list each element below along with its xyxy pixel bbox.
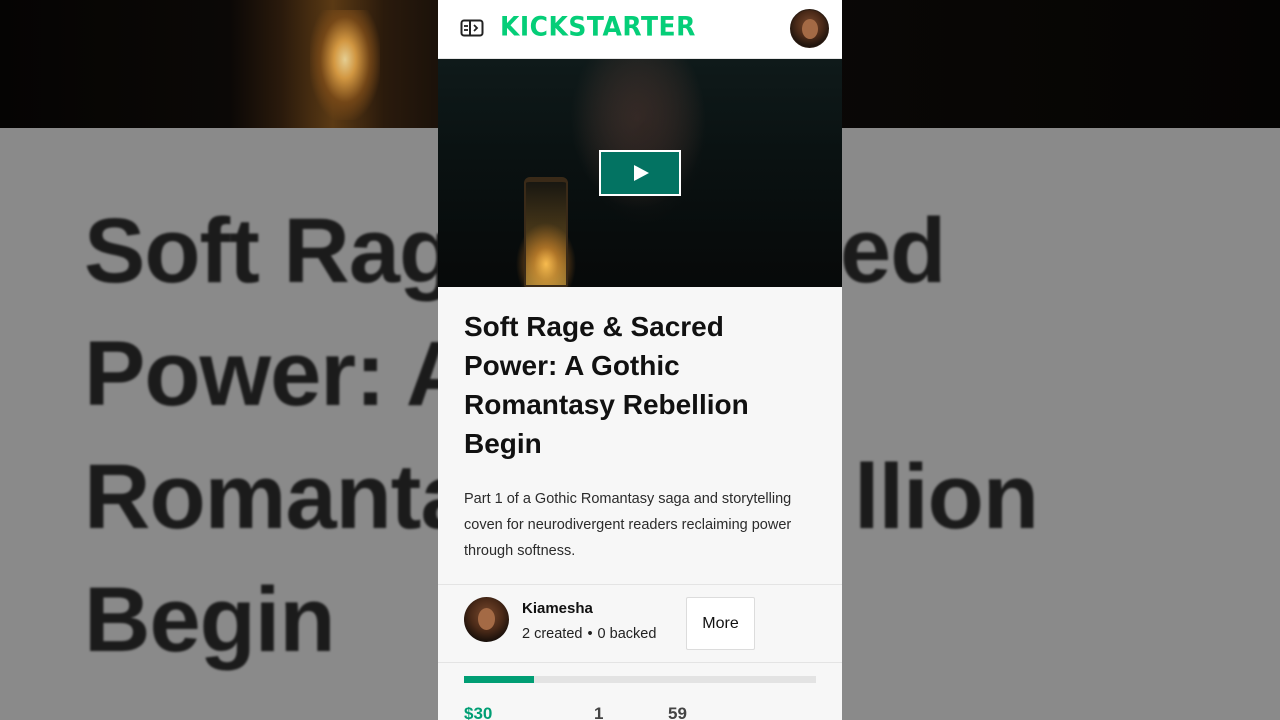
play-button[interactable]: [599, 150, 681, 196]
backers-count: 1: [594, 704, 604, 720]
created-count: 2 created: [522, 626, 583, 642]
days-to-go: 59: [668, 704, 687, 720]
funding-progress-fill: [464, 676, 535, 683]
more-button[interactable]: More: [686, 597, 755, 650]
background-title-line-1: Soft Rag: [84, 200, 455, 302]
project-blurb: Part 1 of a Gothic Romantasy saga and st…: [464, 491, 792, 559]
mobile-page: KICKSTARTER Soft Rage & Sacred Power: A …: [438, 0, 842, 720]
video-lantern: [524, 177, 568, 287]
pledged-amount: $30: [464, 704, 493, 720]
user-avatar-face: [802, 19, 818, 39]
background-title-line-2: Power: A: [84, 323, 472, 425]
creator-stats: 2 created • 0 backed: [522, 626, 656, 642]
top-navigation-bar: KICKSTARTER: [438, 0, 842, 59]
creator-avatar[interactable]: [464, 597, 509, 642]
background-title-line-3: Romanta: [84, 446, 472, 548]
background-title-right-1: ed: [840, 200, 946, 302]
backed-count: 0 backed: [597, 626, 657, 642]
background-title-right-3: llion: [854, 446, 1039, 548]
background-candle-glow: [310, 10, 380, 120]
user-avatar[interactable]: [790, 9, 829, 48]
play-icon: [634, 165, 649, 181]
sidebar-toggle-icon[interactable]: [460, 18, 484, 38]
stats-separator: •: [587, 626, 593, 642]
creator-avatar-face: [478, 608, 495, 630]
divider: [438, 662, 842, 663]
background-title-line-4: Begin: [84, 569, 336, 671]
project-title: Soft Rage & Sacred Power: A Gothic Roman…: [464, 311, 749, 459]
project-video[interactable]: [438, 59, 842, 287]
kickstarter-logo[interactable]: KICKSTARTER: [500, 11, 696, 41]
funding-progress-bar: [464, 676, 816, 683]
creator-name[interactable]: Kiamesha: [522, 600, 593, 617]
divider: [438, 584, 842, 585]
